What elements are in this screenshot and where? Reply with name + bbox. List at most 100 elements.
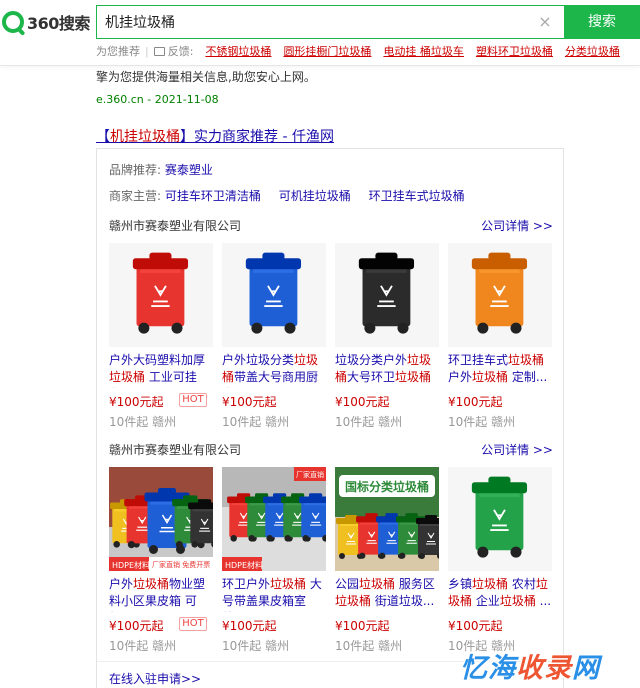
site-logo[interactable]: 360搜索	[2, 9, 92, 35]
title-keyword: 机挂垃圾桶	[110, 129, 180, 145]
brand-link[interactable]: 赛泰塑业	[165, 163, 213, 177]
product-price: ¥100元起	[335, 619, 390, 633]
result-title-link[interactable]: 【机挂垃圾桶】实力商家推荐 - 仟渔网	[96, 126, 334, 146]
title-suffix: 】实力商家推荐 - 仟渔网	[180, 129, 334, 145]
product-moq-location: 10件起 赣州	[222, 639, 290, 653]
svg-text:厂家直销: 厂家直销	[296, 470, 324, 479]
logo-icon	[2, 11, 24, 33]
suggest-separator: |	[145, 44, 149, 58]
product-image[interactable]	[448, 243, 552, 347]
company-header: 赣州市赛泰塑业有限公司 公司详情 >>	[109, 441, 553, 457]
product-image[interactable]	[335, 243, 439, 347]
hot-badge: HOT	[179, 393, 207, 407]
product-card[interactable]: 户外大码塑料加厚垃圾桶 工业可挂车... ¥100元起 HOT 10件起 赣州	[109, 243, 213, 443]
top-header: 360搜索 × 搜索 为您推荐 | 反馈: 不锈钢垃圾桶 圆形挂橱门垃圾桶 电动…	[0, 0, 640, 66]
feedback-icon	[153, 46, 165, 56]
company-name: 赣州市赛泰塑业有限公司	[109, 443, 242, 457]
search-input[interactable]	[105, 12, 525, 32]
product-card[interactable]: 乡镇垃圾桶 农村垃圾桶 企业垃圾桶 ... ¥100元起 10件起 赣州	[448, 467, 552, 667]
keyword-highlight: 垃圾桶	[109, 370, 146, 384]
keyword-highlight: 垃圾桶	[335, 594, 372, 608]
product-price: ¥100元起	[335, 395, 390, 409]
product-image[interactable]: HDPE材料 厂家直销 免费开票	[109, 467, 213, 571]
title-prefix: 【	[96, 129, 110, 145]
hot-badge: HOT	[179, 617, 207, 631]
svg-text:国标分类垃圾桶: 国标分类垃圾桶	[345, 479, 429, 494]
product-card[interactable]: HDPE材料 厂家直销 环卫户外垃圾桶 大号带盖果皮箱室外... ¥100元起 1…	[222, 467, 326, 667]
suggest-link[interactable]: 电动挂 桶垃圾车	[383, 43, 464, 59]
business-row: 商家主营: 可挂车环卫清洁桶 可机挂垃圾桶 环卫挂车式垃圾桶	[109, 187, 465, 204]
brand-row: 品牌推荐: 赛泰塑业	[109, 161, 213, 178]
product-title-link[interactable]: 户外垃圾分类垃圾桶带盖大号商用厨余...	[222, 352, 326, 388]
product-moq-location: 10件起 赣州	[222, 415, 290, 429]
keyword-highlight: 垃圾桶	[222, 353, 319, 384]
apply-join-link[interactable]: 在线入驻申请>>	[109, 670, 201, 687]
product-image[interactable]: HDPE材料 厂家直销	[222, 467, 326, 571]
search-results-page: { "brand": { "logo_text": "360搜索", "acce…	[0, 0, 640, 688]
business-link[interactable]: 可机挂垃圾桶	[279, 189, 351, 203]
feedback-button[interactable]: 反馈:	[153, 43, 194, 59]
product-moq-location: 10件起 赣州	[335, 415, 403, 429]
product-image[interactable]	[448, 467, 552, 571]
business-link[interactable]: 环卫挂车式垃圾桶	[369, 189, 465, 203]
company-header: 赣州市赛泰塑业有限公司 公司详情 >>	[109, 217, 553, 233]
product-price: ¥100元起	[109, 395, 164, 409]
keyword-highlight: 垃圾桶	[508, 353, 545, 367]
watermark-text: 忆海	[460, 653, 516, 684]
logo-text: 360搜索	[27, 14, 90, 33]
product-card[interactable]: 垃圾分类户外垃圾桶大号环卫垃圾桶 ... ¥100元起 10件起 赣州	[335, 243, 439, 443]
keyword-highlight: 垃圾桶	[270, 577, 307, 591]
keyword-highlight: 垃圾桶	[395, 370, 432, 384]
product-card[interactable]: 户外垃圾分类垃圾桶带盖大号商用厨余... ¥100元起 10件起 赣州	[222, 243, 326, 443]
suggest-link[interactable]: 分类垃圾桶	[565, 43, 620, 59]
product-title-link[interactable]: 公园垃圾桶 服务区垃圾桶 街道垃圾...	[335, 576, 439, 612]
product-image[interactable]	[222, 243, 326, 347]
product-card[interactable]: 国标分类垃圾桶 公园垃圾桶 服务区垃圾桶 街道垃圾... ¥100元起 10件起…	[335, 467, 439, 667]
watermark-logo: 忆海收录网	[460, 646, 635, 684]
product-price: ¥100元起	[448, 395, 503, 409]
product-moq-location: 10件起 赣州	[109, 415, 177, 429]
keyword-highlight: 垃圾桶	[472, 577, 509, 591]
suggest-link[interactable]: 圆形挂橱门垃圾桶	[283, 43, 371, 59]
keyword-highlight: 垃圾桶	[133, 577, 170, 591]
product-moq-location: 10件起 赣州	[109, 639, 177, 653]
business-label: 商家主营:	[109, 189, 162, 203]
search-box: ×	[96, 5, 564, 39]
svg-text:厂家直销 免费开票: 厂家直销 免费开票	[152, 560, 210, 569]
company-details-link[interactable]: 公司详情 >>	[481, 217, 553, 234]
snippet-line: 擎为您提供海量相关信息,助您安心上网。	[96, 70, 316, 84]
product-moq-location: 10件起 赣州	[335, 639, 403, 653]
suggest-label: 为您推荐	[96, 45, 140, 58]
product-card[interactable]: HDPE材料厂家直销 免费开票 户外垃圾桶物业塑料小区果皮箱 可机... ¥10…	[109, 467, 213, 667]
product-price: ¥100元起	[222, 619, 277, 633]
business-link[interactable]: 可挂车环卫清洁桶	[165, 189, 261, 203]
product-price: ¥100元起	[109, 619, 164, 633]
watermark-text: 网	[572, 653, 600, 684]
watermark-text: 收录	[516, 653, 572, 684]
product-title-link[interactable]: 户外大码塑料加厚垃圾桶 工业可挂车...	[109, 352, 213, 388]
product-price: ¥100元起	[448, 619, 503, 633]
product-price: ¥100元起	[222, 395, 277, 409]
product-title-link[interactable]: 户外垃圾桶物业塑料小区果皮箱 可机...	[109, 576, 213, 612]
product-title-link[interactable]: 乡镇垃圾桶 农村垃圾桶 企业垃圾桶 ...	[448, 576, 552, 612]
product-image[interactable]	[109, 243, 213, 347]
previous-result-url: e.360.cn - 2021-11-08	[96, 93, 219, 106]
keyword-highlight: 垃圾桶	[499, 594, 536, 608]
svg-text:HDPE材料: HDPE材料	[112, 560, 150, 570]
suggest-link[interactable]: 塑料环卫垃圾桶	[476, 43, 553, 59]
product-title-link[interactable]: 环卫户外垃圾桶 大号带盖果皮箱室外...	[222, 576, 326, 612]
company-details-link[interactable]: 公司详情 >>	[481, 441, 553, 458]
keyword-highlight: 垃圾桶	[359, 577, 396, 591]
product-card[interactable]: 环卫挂车式垃圾桶户外垃圾桶 定制... ¥100元起 10件起 赣州	[448, 243, 552, 443]
feedback-label: 反馈:	[167, 45, 194, 58]
suggestion-bar: 为您推荐 | 反馈: 不锈钢垃圾桶 圆形挂橱门垃圾桶 电动挂 桶垃圾车 塑料环卫…	[96, 42, 640, 60]
search-button[interactable]: 搜索	[564, 5, 640, 39]
clear-icon[interactable]: ×	[536, 13, 554, 31]
suggest-link[interactable]: 不锈钢垃圾桶	[205, 43, 271, 59]
keyword-highlight: 垃圾桶	[472, 370, 509, 384]
product-title-link[interactable]: 垃圾分类户外垃圾桶大号环卫垃圾桶 ...	[335, 352, 439, 388]
product-image[interactable]: 国标分类垃圾桶	[335, 467, 439, 571]
product-title-link[interactable]: 环卫挂车式垃圾桶户外垃圾桶 定制...	[448, 352, 552, 388]
brand-label: 品牌推荐:	[109, 163, 162, 177]
company-name: 赣州市赛泰塑业有限公司	[109, 219, 242, 233]
